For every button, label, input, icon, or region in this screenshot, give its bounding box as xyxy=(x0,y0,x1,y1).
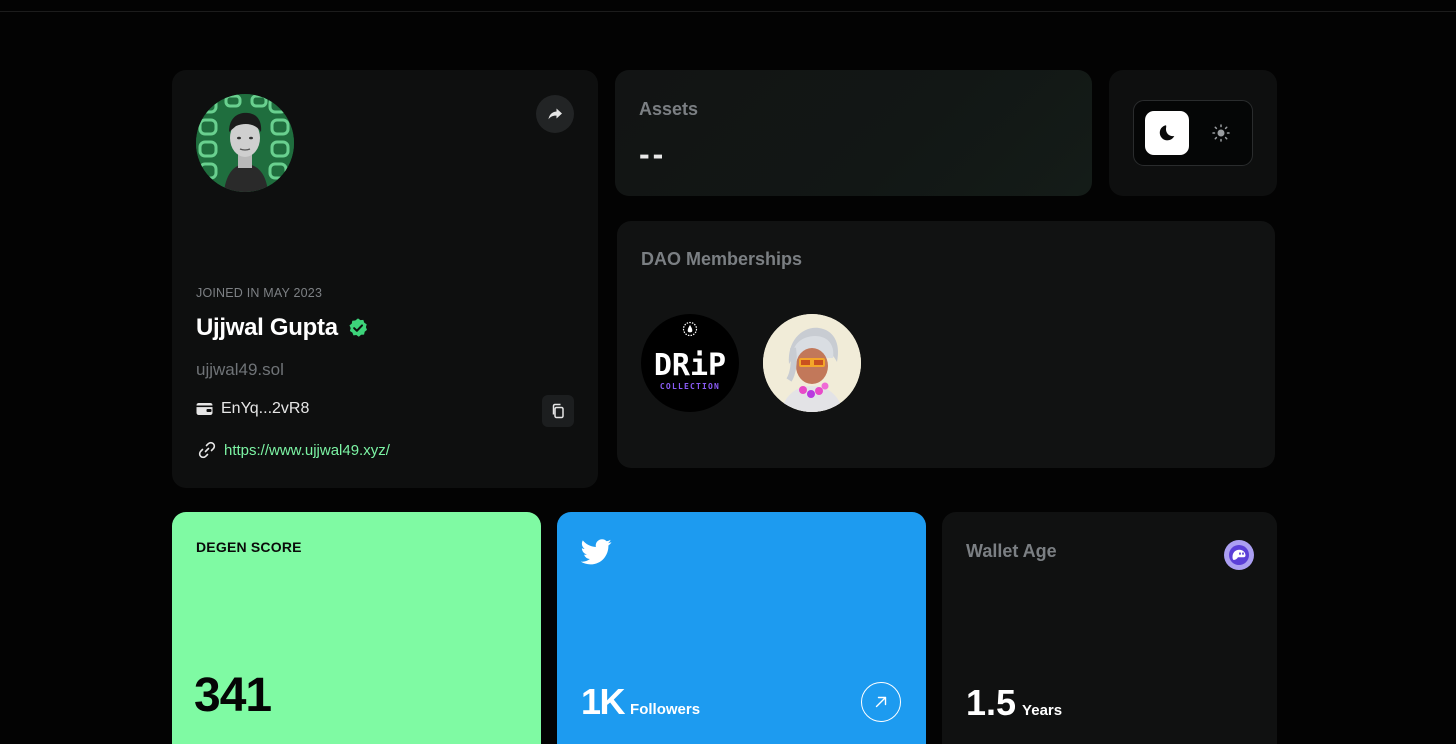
wallet-age-unit: Years xyxy=(1022,702,1063,719)
degen-score-label: DEGEN SCORE xyxy=(196,539,302,555)
dao-item-nft[interactable] xyxy=(763,314,861,412)
assets-title: Assets xyxy=(639,99,699,119)
avatar xyxy=(196,94,294,192)
twitter-followers-label: Followers xyxy=(630,701,701,718)
twitter-card[interactable]: 1K Followers xyxy=(557,512,926,744)
profile-name: Ujjwal Gupta xyxy=(196,314,338,341)
share-icon xyxy=(548,108,562,120)
dao-item-sublabel: COLLECTION xyxy=(660,382,720,391)
sun-icon xyxy=(1212,124,1230,142)
wallet-address: EnYq...2vR8 xyxy=(221,400,310,417)
copy-icon xyxy=(552,403,564,419)
link-icon xyxy=(198,441,216,459)
profile-card: JOINED IN MAY 2023 Ujjwal Gupta ujjwal49… xyxy=(172,70,598,488)
wallet-age-title: Wallet Age xyxy=(966,541,1057,561)
share-button[interactable] xyxy=(536,95,574,133)
dao-title: DAO Memberships xyxy=(641,249,803,269)
website-link[interactable]: https://www.ujjwal49.xyz/ xyxy=(224,442,390,459)
dark-mode-button[interactable] xyxy=(1145,111,1189,155)
theme-toggle[interactable] xyxy=(1133,100,1253,166)
degen-score-card: DEGEN SCORE 341 xyxy=(172,512,541,744)
twitter-icon xyxy=(581,539,612,565)
wallet-icon xyxy=(196,403,213,415)
dao-memberships-card: DAO Memberships DRiP COLLECTION xyxy=(617,221,1275,468)
degen-score-value: 341 xyxy=(194,669,272,722)
nft-character-icon xyxy=(763,314,861,412)
moon-icon xyxy=(1159,125,1175,141)
verified-badge-icon xyxy=(349,318,367,337)
phantom-icon xyxy=(1224,540,1254,570)
top-divider xyxy=(0,11,1456,12)
copy-address-button[interactable] xyxy=(542,395,574,427)
wallet-age-card: Wallet Age 1.5 Years xyxy=(942,512,1277,744)
light-mode-button[interactable] xyxy=(1199,111,1243,155)
dao-item-label: DRiP xyxy=(654,348,726,383)
twitter-open-button[interactable] xyxy=(861,682,901,722)
dao-item-drip[interactable]: DRiP COLLECTION xyxy=(641,314,739,412)
wallet-age-value: 1.5 xyxy=(966,682,1017,723)
joined-date: JOINED IN MAY 2023 xyxy=(196,286,323,300)
theme-card xyxy=(1109,70,1277,196)
profile-handle: ujjwal49.sol xyxy=(196,360,284,379)
assets-card: Assets -- xyxy=(615,70,1092,196)
assets-value: -- xyxy=(639,136,667,172)
arrow-up-right-icon xyxy=(875,696,887,708)
twitter-followers-count: 1K xyxy=(581,681,626,722)
